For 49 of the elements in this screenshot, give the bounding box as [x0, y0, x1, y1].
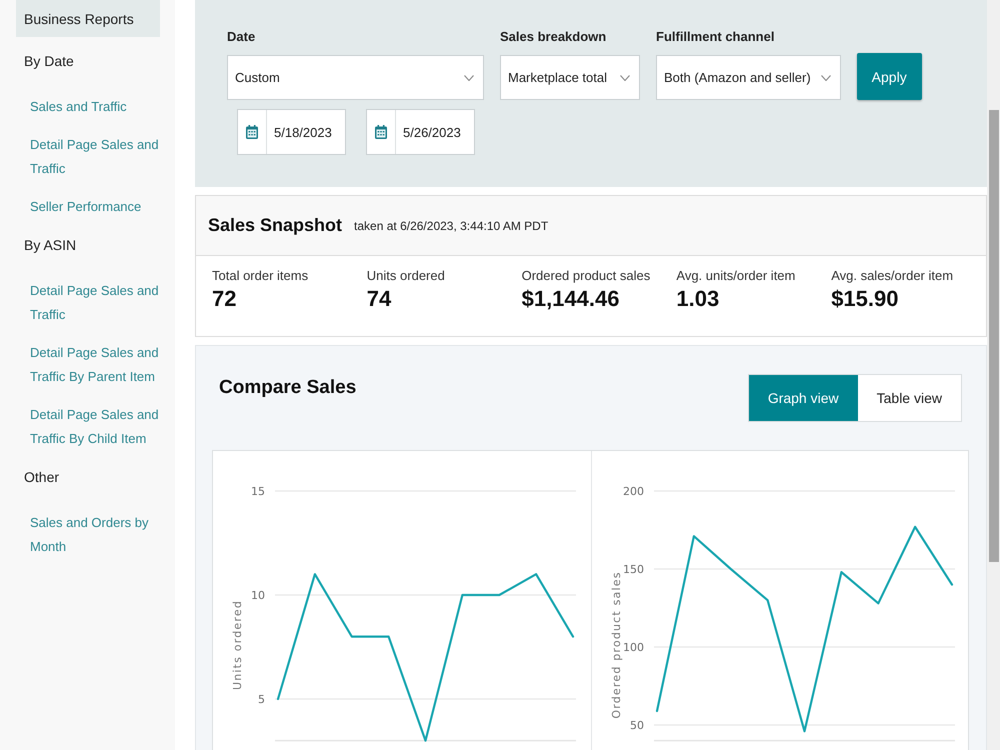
- section-title: Compare Sales: [219, 377, 356, 399]
- sidebar-link[interactable]: Sales and Traffic: [30, 95, 127, 119]
- sidebar-header: Business Reports: [16, 0, 160, 37]
- dropdown[interactable]: Custom: [227, 55, 484, 100]
- scrollbar-thumb[interactable]: [988, 110, 998, 562]
- y-axis-title: Units ordered: [231, 600, 244, 690]
- sidebar-link[interactable]: Sales and Orders by Month: [30, 511, 162, 559]
- metric-value: 72: [212, 286, 236, 312]
- y-tick-label: 10: [251, 589, 265, 602]
- view-toggle-button[interactable]: Graph view: [748, 375, 858, 421]
- y-axis-title: Ordered product sales: [610, 571, 623, 719]
- field-label: Date: [227, 29, 256, 44]
- sidebar-section-title: Other: [24, 468, 60, 487]
- metric-value: $15.90: [831, 286, 898, 312]
- y-tick-label: 5: [258, 693, 265, 706]
- y-tick-label: 100: [623, 641, 644, 654]
- chevron-down-icon: [620, 74, 630, 80]
- field-label: Sales breakdown: [500, 29, 606, 44]
- metric-label: Units ordered: [366, 268, 445, 283]
- date-field[interactable]: 5/18/2023: [237, 109, 346, 155]
- date-field[interactable]: 5/26/2023: [366, 109, 475, 155]
- snapshot-timestamp: taken at 6/26/2023, 3:44:10 AM PDT: [354, 218, 548, 232]
- field-label: Fulfillment channel: [656, 29, 774, 44]
- sidebar-link[interactable]: Detail Page Sales and Traffic By Parent Item: [30, 341, 162, 389]
- snapshot-title: Sales Snapshot: [208, 215, 342, 236]
- y-tick-label: 50: [630, 719, 644, 732]
- calendar-icon: [246, 125, 258, 139]
- dropdown[interactable]: Both (Amazon and seller): [656, 55, 841, 100]
- sidebar-link[interactable]: Seller Performance: [30, 195, 142, 219]
- dropdown[interactable]: Marketplace total: [500, 55, 640, 100]
- calendar-icon: [375, 125, 387, 139]
- apply-button[interactable]: Apply: [856, 53, 922, 100]
- metric-value: 74: [366, 286, 392, 312]
- y-tick-label: 15: [251, 485, 265, 498]
- metric-label: Total order items: [212, 268, 308, 283]
- metric-label: Ordered product sales: [522, 268, 650, 283]
- y-tick-label: 150: [623, 563, 644, 576]
- metric-value: $1,144.46: [522, 286, 620, 312]
- sidebar-link[interactable]: Detail Page Sales and Traffic: [30, 279, 162, 327]
- chevron-down-icon: [464, 74, 474, 80]
- metric-label: Avg. sales/order item: [831, 268, 954, 283]
- metric-value: 1.03: [676, 286, 720, 312]
- chevron-down-icon: [820, 74, 831, 80]
- sidebar-link[interactable]: Detail Page Sales and Traffic: [30, 133, 162, 181]
- metric-label: Avg. units/order item: [676, 268, 796, 283]
- sidebar-link[interactable]: Detail Page Sales and Traffic By Child Item: [30, 403, 162, 451]
- y-tick-label: 200: [623, 485, 644, 498]
- sidebar-section-title: By Date: [24, 52, 74, 71]
- sidebar-section-title: By ASIN: [24, 236, 76, 255]
